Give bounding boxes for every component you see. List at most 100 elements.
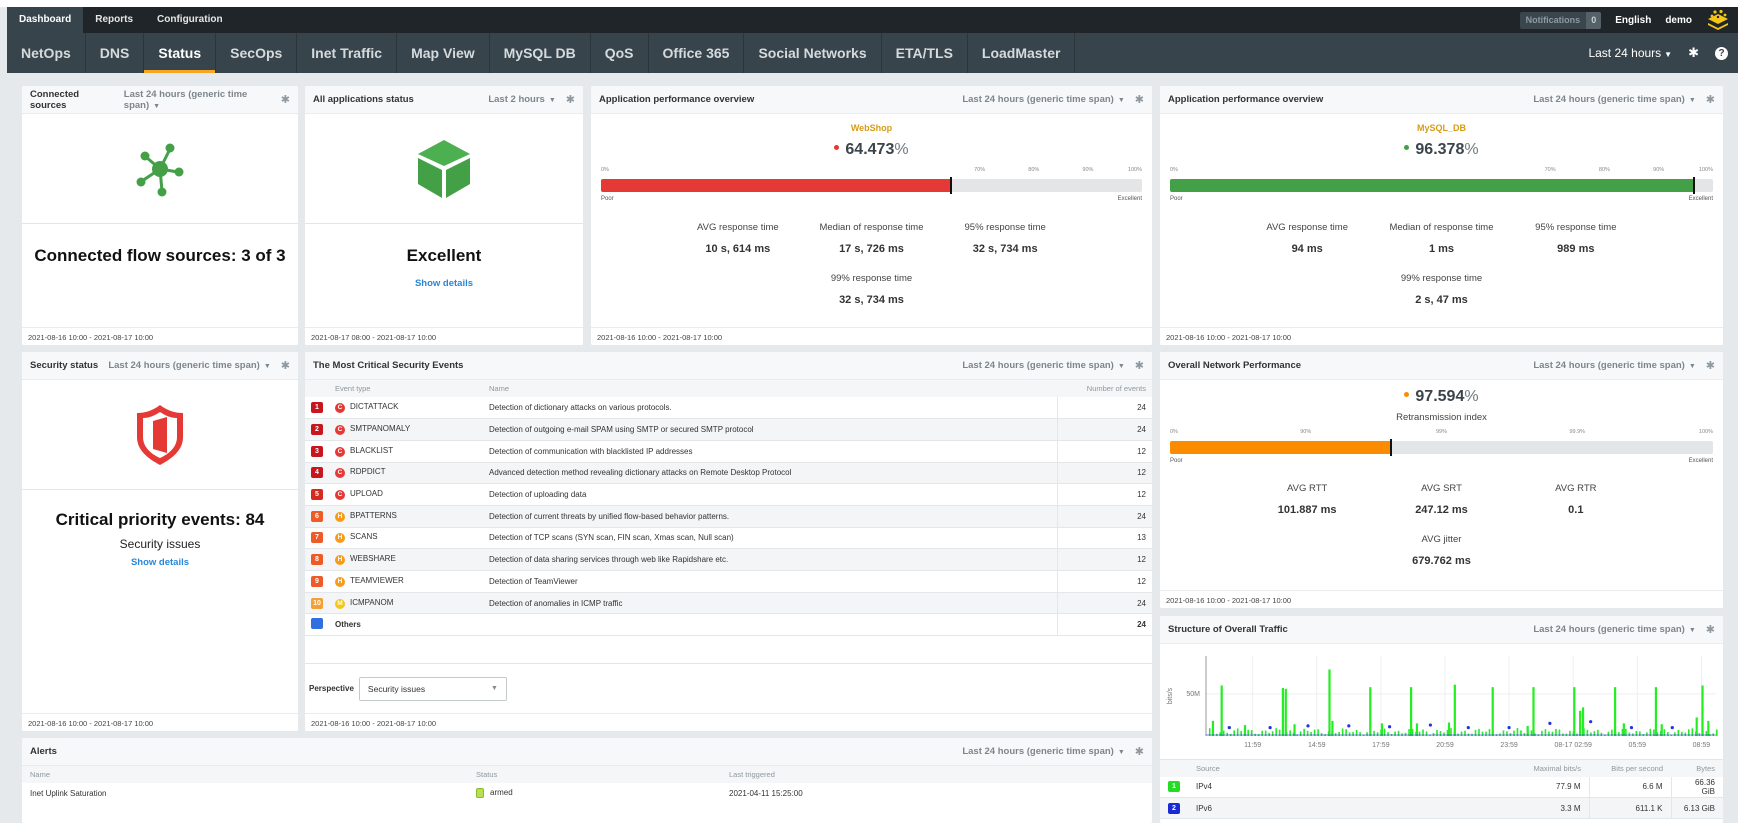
table-row[interactable]: 5 C UPLOAD Detection of uploading data 12 (305, 483, 1152, 506)
table-row[interactable]: Inet Uplink Saturation armed 2021-04-11 … (22, 783, 1152, 803)
table-row[interactable]: 1 IPv4 77.9 M 6.6 M 66.36 GiB (1160, 776, 1723, 798)
time-span-dropdown[interactable]: Last 2 hours ▼ (488, 94, 555, 105)
gauge-poor-label: Poor (601, 196, 614, 202)
bits-per-second: 6.6 M (1588, 776, 1671, 798)
column-header-bytes[interactable]: Bytes (1671, 759, 1723, 777)
menu-reports[interactable]: Reports (83, 7, 145, 33)
menu-configuration[interactable]: Configuration (145, 7, 235, 33)
tab-loadmaster[interactable]: LoadMaster (968, 33, 1076, 73)
tab-map-view[interactable]: Map View (397, 33, 490, 73)
gear-icon[interactable]: ✱ (281, 93, 290, 106)
column-header-status[interactable]: Status (468, 766, 721, 783)
table-row[interactable]: 8 H WEBSHARE Detection of data sharing serv… (305, 548, 1152, 571)
ipv4-bar (1410, 687, 1413, 736)
column-header-event-type[interactable]: Event type (329, 380, 483, 397)
table-row[interactable]: 10 M ICMPANOM Detection of anomalies in ICM… (305, 592, 1152, 615)
column-header-name[interactable]: Name (483, 380, 1057, 397)
app-logo-icon (1708, 9, 1728, 30)
gear-icon[interactable]: ✱ (566, 93, 575, 106)
retransmission-value: 97.594% (1160, 388, 1723, 406)
gear-icon[interactable]: ✱ (1135, 93, 1144, 106)
column-header-max-bits[interactable]: Maximal bits/s (1499, 759, 1589, 777)
gear-icon[interactable]: ✱ (1706, 93, 1715, 106)
time-span-dropdown[interactable]: Last 24 hours (generic time span) ▼ (124, 89, 271, 111)
table-row[interactable]: 3 C BLACKLIST Detection of communication wi… (305, 440, 1152, 463)
bytes: 6.13 GiB (1670, 797, 1723, 819)
rank-cell: 2 (305, 418, 329, 441)
table-row[interactable]: 2 C SMTPANOMALY Detection of outgoing e-mai… (305, 418, 1152, 441)
application-name[interactable]: WebShop (591, 123, 1152, 133)
ipv4-bar (1526, 725, 1529, 736)
time-span-dropdown[interactable]: Last 24 hours (generic time span) ▼ (962, 746, 1124, 757)
gauge-tick: 100% (1698, 429, 1713, 435)
event-type[interactable]: SCANS (350, 532, 378, 541)
tab-inet-traffic[interactable]: Inet Traffic (297, 33, 398, 73)
ipv4-bar (1404, 732, 1407, 736)
time-span-dropdown[interactable]: Last 24 hours (generic time span) ▼ (1533, 624, 1695, 635)
traffic-chart[interactable]: 11:59 14:59 17:59 20:59 23:59 08-17 02:59 05:5… (1160, 644, 1723, 754)
chevron-down-icon: ▼ (490, 685, 498, 692)
tab-eta-tls[interactable]: ETA/TLS (882, 33, 968, 73)
tab-mysql-db[interactable]: MySQL DB (490, 33, 591, 73)
perspective-select[interactable]: Security issues ▼ (358, 676, 507, 701)
event-type[interactable]: DICTATTACK (350, 402, 398, 411)
settings-gear-icon[interactable]: ✱ (1688, 45, 1699, 61)
menu-dashboard[interactable]: Dashboard (7, 7, 84, 33)
time-span-dropdown[interactable]: Last 24 hours (generic time span) ▼ (1533, 360, 1695, 371)
metric-99-response: 99% response time 2 s, 47 ms (1374, 273, 1508, 306)
tab-office-365[interactable]: Office 365 (649, 33, 745, 73)
table-row[interactable]: 4 C RDPDICT Advanced detection method revea… (305, 462, 1152, 485)
ipv4-bar (1707, 720, 1710, 736)
column-header-count[interactable]: Number of events (1057, 380, 1152, 397)
tab-netops[interactable]: NetOps (7, 33, 86, 73)
help-icon[interactable]: ? (1715, 46, 1728, 60)
panel-title: Alerts (30, 746, 57, 757)
event-type[interactable]: BPATTERNS (350, 511, 397, 520)
time-span-dropdown[interactable]: Last 24 hours (generic time span) ▼ (962, 94, 1124, 105)
rank-badge: 5 (311, 489, 323, 501)
event-type[interactable]: TEAMVIEWER (350, 576, 404, 585)
gear-icon[interactable]: ✱ (281, 359, 290, 372)
gauge-track (601, 177, 1142, 194)
time-span-label: Last 24 hours (generic time span) (1533, 94, 1685, 105)
tab-social-networks[interactable]: Social Networks (744, 33, 882, 73)
show-details-link[interactable]: Show details (305, 278, 583, 289)
user-menu[interactable]: demo (1665, 15, 1692, 26)
time-span-dropdown[interactable]: Last 24 hours (generic time span) ▼ (1533, 94, 1695, 105)
tab-dns[interactable]: DNS (86, 33, 145, 73)
event-type[interactable]: UPLOAD (350, 489, 383, 498)
gauge-tick: 70% (974, 167, 986, 173)
column-header-name[interactable]: Name (22, 766, 468, 783)
global-time-range[interactable]: Last 24 hours ▼ (1588, 46, 1672, 60)
column-header-source[interactable]: Source (1188, 759, 1499, 777)
time-span-dropdown[interactable]: Last 24 hours (generic time span) ▼ (108, 360, 270, 371)
show-details-link[interactable]: Show details (22, 557, 298, 568)
tab-qos[interactable]: QoS (591, 33, 649, 73)
application-name[interactable]: MySQL_DB (1160, 123, 1723, 133)
column-header-bps[interactable]: Bits per second (1589, 759, 1671, 777)
tab-status[interactable]: Status (144, 33, 217, 73)
notifications-button[interactable]: Notifications 0 (1519, 11, 1602, 29)
gear-icon[interactable]: ✱ (1135, 745, 1144, 758)
gear-icon[interactable]: ✱ (1706, 359, 1715, 372)
table-row-others[interactable]: Others 24 (305, 613, 1152, 637)
time-span-dropdown[interactable]: Last 24 hours (generic time span) ▼ (962, 360, 1124, 371)
table-row[interactable]: 6 H BPATTERNS Detection of current threats … (305, 505, 1152, 528)
language-selector[interactable]: English (1615, 15, 1651, 26)
column-header-last-triggered[interactable]: Last triggered (721, 766, 1152, 783)
event-type[interactable]: BLACKLIST (350, 446, 393, 455)
event-type[interactable]: SMTPANOMALY (350, 424, 410, 433)
gear-icon[interactable]: ✱ (1135, 359, 1144, 372)
event-type[interactable]: WEBSHARE (350, 554, 396, 563)
tab-secops[interactable]: SecOps (216, 33, 298, 73)
ipv6-point (1629, 725, 1634, 730)
table-row[interactable]: 9 H TEAMVIEWER Detection of TeamViewer 12 (305, 570, 1152, 593)
event-type[interactable]: RDPDICT (350, 467, 386, 476)
table-row[interactable]: 1 C DICTATTACK Detection of dictionary atta… (305, 397, 1152, 420)
rank-badge: 1 (311, 402, 323, 414)
table-row[interactable]: 7 H SCANS Detection of TCP scans (SYN scan,… (305, 527, 1152, 550)
event-type[interactable]: ICMPANOM (350, 598, 393, 607)
table-row[interactable]: 2 IPv6 3.3 M 611.1 K 6.13 GiB (1160, 797, 1723, 819)
panel-title: Application performance overview (599, 94, 755, 105)
gear-icon[interactable]: ✱ (1706, 623, 1715, 636)
